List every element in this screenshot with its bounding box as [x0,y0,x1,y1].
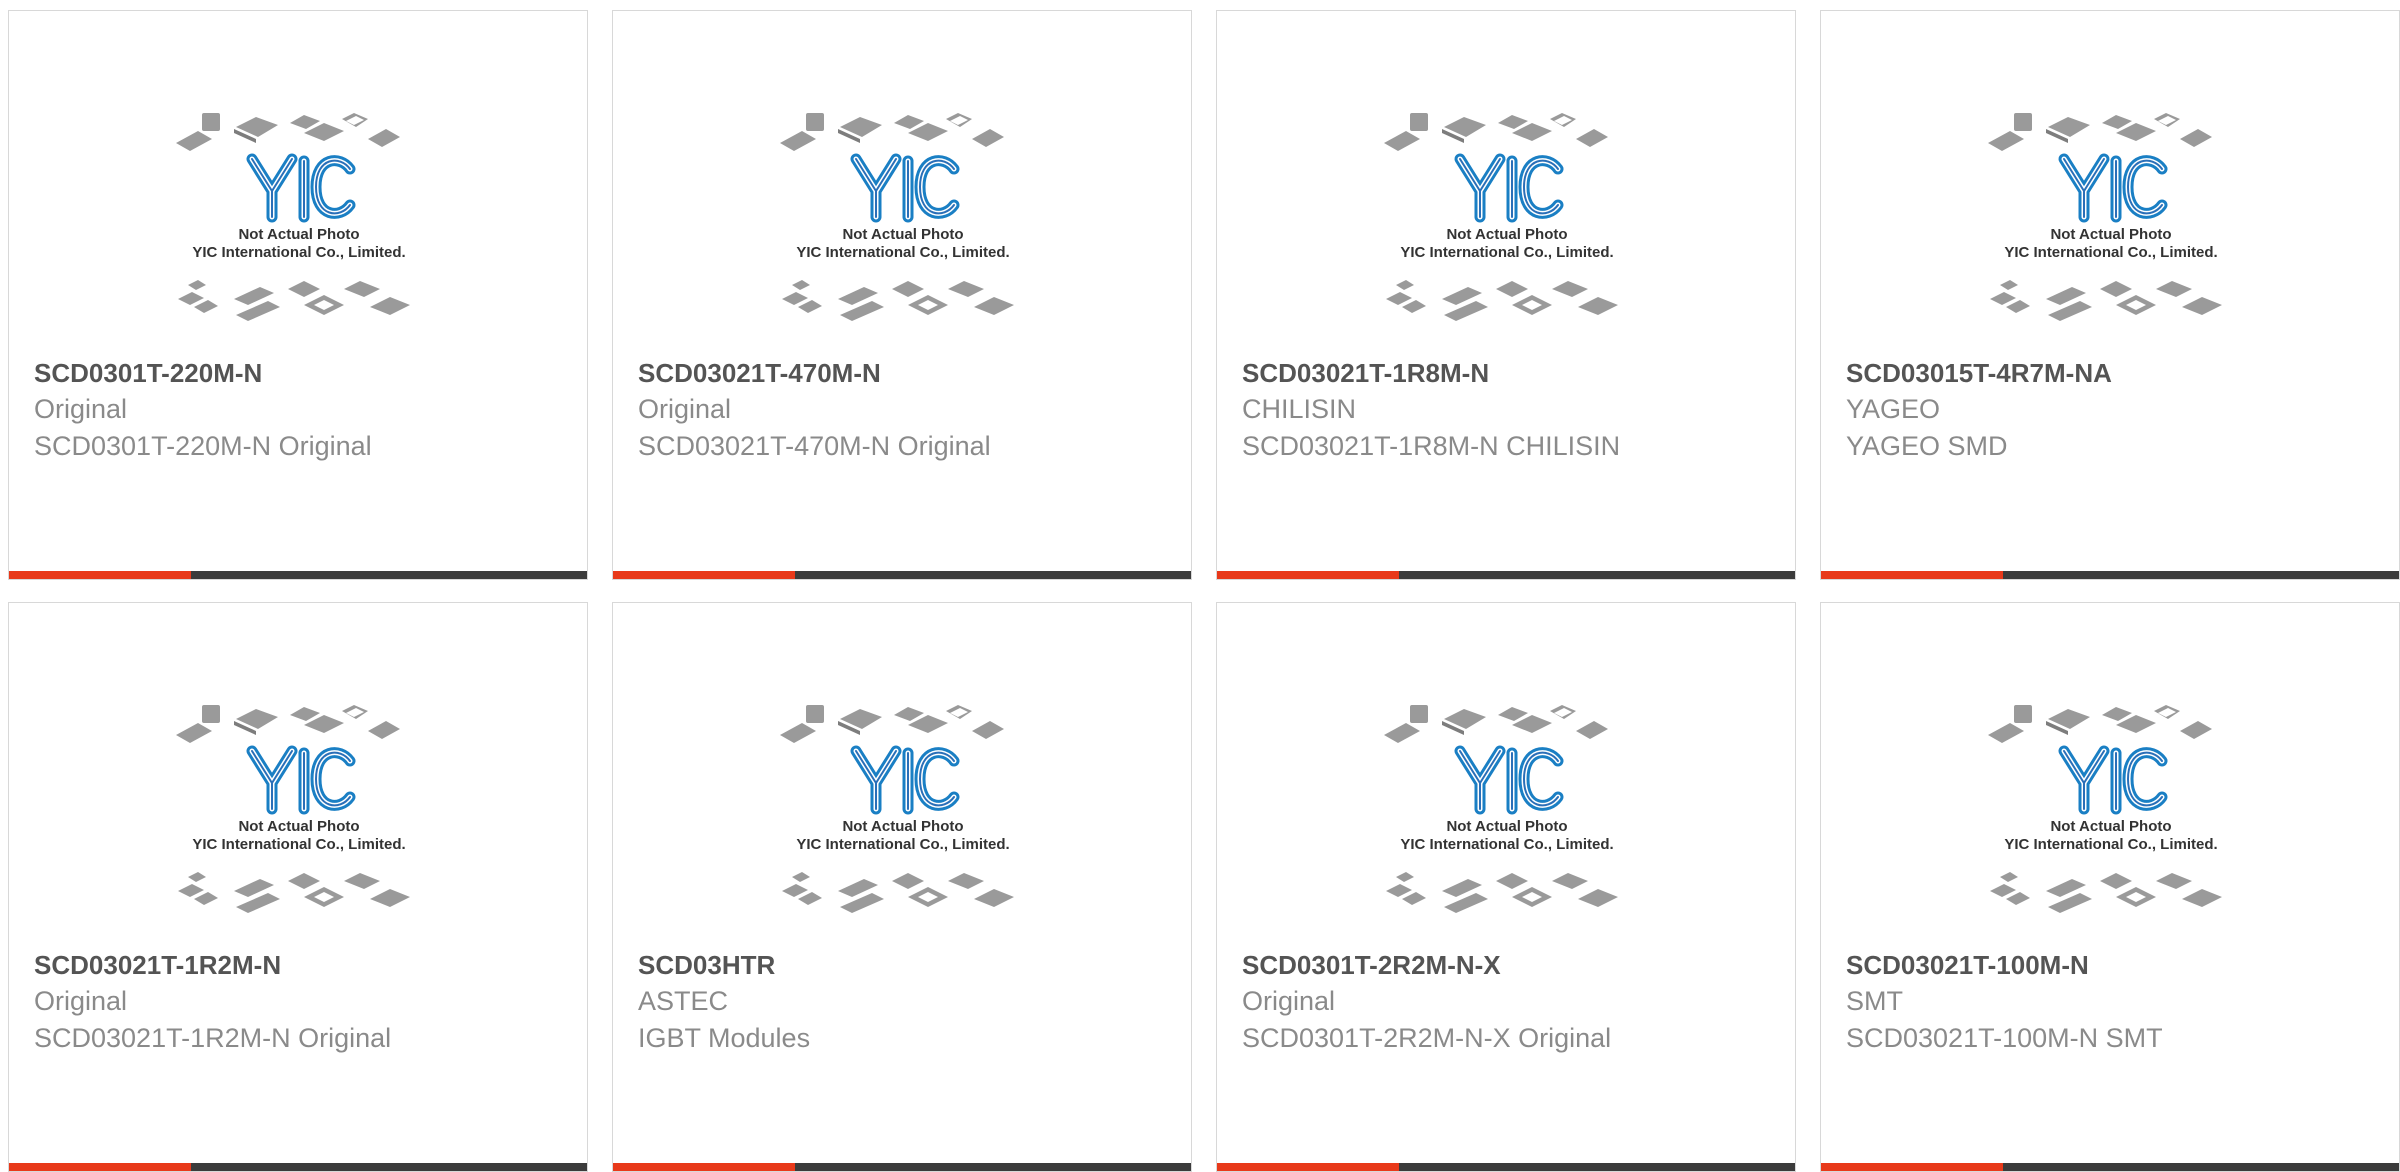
card-footer-bar [9,1163,587,1171]
card-accent-bar [1217,571,1399,579]
part-number[interactable]: SCD0301T-220M-N [34,355,567,391]
card-accent-bar [1217,1163,1399,1171]
product-description: SCD03021T-1R2M-N Original [34,1023,392,1053]
product-info: SCD03021T-470M-N Original SCD03021T-470M… [638,355,1171,465]
product-card-2[interactable]: Not Actual Photo YIC International Co., … [612,10,1192,580]
product-grid: Not Actual Photo YIC International Co., … [8,10,2400,1172]
card-footer-bar [1821,571,2399,579]
product-info: SCD03021T-1R2M-N Original SCD03021T-1R2M… [34,947,567,1057]
card-footer-bar [9,571,587,579]
product-card-7[interactable]: Not Actual Photo YIC International Co., … [1216,602,1796,1172]
card-footer-bar [613,1163,1191,1171]
svg-text:Not Actual Photo: Not Actual Photo [238,226,359,243]
svg-text:Not Actual Photo: Not Actual Photo [842,818,963,835]
svg-text:YIC International Co., Limited: YIC International Co., Limited. [796,836,1009,853]
product-photo-placeholder[interactable]: Not Actual Photo YIC International Co., … [1976,99,2246,349]
chip-placeholder-image: Not Actual Photo YIC International Co., … [1384,705,1618,913]
svg-text:YIC International Co., Limited: YIC International Co., Limited. [192,244,405,261]
product-info: SCD03HTR ASTEC IGBT Modules [638,947,1171,1057]
product-info: SCD03021T-100M-N SMT SCD03021T-100M-N SM… [1846,947,2379,1057]
chip-placeholder-image: Not Actual Photo YIC International Co., … [1988,113,2222,321]
card-accent-bar [9,571,191,579]
product-card-8[interactable]: Not Actual Photo YIC International Co., … [1820,602,2400,1172]
brand-label: YAGEO [1846,394,1941,424]
card-footer-bar [1217,571,1795,579]
product-card-3[interactable]: Not Actual Photo YIC International Co., … [1216,10,1796,580]
product-photo-placeholder[interactable]: Not Actual Photo YIC International Co., … [1976,691,2246,941]
card-footer-bar [1217,1163,1795,1171]
product-info: SCD03021T-1R8M-N CHILISIN SCD03021T-1R8M… [1242,355,1775,465]
svg-text:YIC International Co., Limited: YIC International Co., Limited. [2004,836,2217,853]
product-info: SCD0301T-220M-N Original SCD0301T-220M-N… [34,355,567,465]
card-footer-bar [613,571,1191,579]
product-card-6[interactable]: Not Actual Photo YIC International Co., … [612,602,1192,1172]
chip-placeholder-image: Not Actual Photo YIC International Co., … [780,113,1014,321]
svg-text:Not Actual Photo: Not Actual Photo [1446,226,1567,243]
brand-label: Original [34,986,128,1016]
card-accent-bar [1821,1163,2003,1171]
product-card-4[interactable]: Not Actual Photo YIC International Co., … [1820,10,2400,580]
part-number[interactable]: SCD0301T-2R2M-N-X [1242,947,1775,983]
product-description: SCD0301T-220M-N Original [34,431,372,461]
product-description: SCD03021T-470M-N Original [638,431,991,461]
product-photo-placeholder[interactable]: Not Actual Photo YIC International Co., … [164,691,434,941]
part-number[interactable]: SCD03021T-1R2M-N [34,947,567,983]
brand-label: Original [638,394,732,424]
product-card-5[interactable]: Not Actual Photo YIC International Co., … [8,602,588,1172]
svg-text:Not Actual Photo: Not Actual Photo [1446,818,1567,835]
product-description: YAGEO SMD [1846,431,2008,461]
svg-text:YIC International Co., Limited: YIC International Co., Limited. [192,836,405,853]
card-accent-bar [9,1163,191,1171]
brand-label: Original [34,394,128,424]
chip-placeholder-image: Not Actual Photo YIC International Co., … [176,113,410,321]
product-description: SCD0301T-2R2M-N-X Original [1242,1023,1612,1053]
product-photo-placeholder[interactable]: Not Actual Photo YIC International Co., … [1372,691,1642,941]
product-photo-placeholder[interactable]: Not Actual Photo YIC International Co., … [1372,99,1642,349]
chip-placeholder-image: Not Actual Photo YIC International Co., … [780,705,1014,913]
brand-label: CHILISIN [1242,394,1357,424]
product-photo-placeholder[interactable]: Not Actual Photo YIC International Co., … [768,691,1038,941]
brand-label: Original [1242,986,1336,1016]
product-photo-placeholder[interactable]: Not Actual Photo YIC International Co., … [768,99,1038,349]
product-description: IGBT Modules [638,1023,811,1053]
product-description: SCD03021T-100M-N SMT [1846,1023,2163,1053]
part-number[interactable]: SCD03015T-4R7M-NA [1846,355,2379,391]
product-description: SCD03021T-1R8M-N CHILISIN [1242,431,1621,461]
chip-placeholder-image: Not Actual Photo YIC International Co., … [1988,705,2222,913]
product-card-1[interactable]: Not Actual Photo YIC International Co., … [8,10,588,580]
card-accent-bar [613,571,795,579]
card-footer-bar [1821,1163,2399,1171]
product-info: SCD0301T-2R2M-N-X Original SCD0301T-2R2M… [1242,947,1775,1057]
chip-placeholder-image: Not Actual Photo YIC International Co., … [176,705,410,913]
svg-text:Not Actual Photo: Not Actual Photo [2050,818,2171,835]
svg-text:YIC International Co., Limited: YIC International Co., Limited. [2004,244,2217,261]
svg-text:Not Actual Photo: Not Actual Photo [842,226,963,243]
chip-placeholder-image: Not Actual Photo YIC International Co., … [1384,113,1618,321]
svg-text:YIC International Co., Limited: YIC International Co., Limited. [1400,244,1613,261]
part-number[interactable]: SCD03021T-470M-N [638,355,1171,391]
product-info: SCD03015T-4R7M-NA YAGEO YAGEO SMD [1846,355,2379,465]
part-number[interactable]: SCD03021T-100M-N [1846,947,2379,983]
svg-text:Not Actual Photo: Not Actual Photo [238,818,359,835]
svg-text:YIC International Co., Limited: YIC International Co., Limited. [796,244,1009,261]
svg-text:Not Actual Photo: Not Actual Photo [2050,226,2171,243]
brand-label: ASTEC [638,986,729,1016]
part-number[interactable]: SCD03021T-1R8M-N [1242,355,1775,391]
card-accent-bar [1821,571,2003,579]
card-accent-bar [613,1163,795,1171]
product-photo-placeholder[interactable]: Not Actual Photo YIC International Co., … [164,99,434,349]
part-number[interactable]: SCD03HTR [638,947,1171,983]
svg-text:YIC International Co., Limited: YIC International Co., Limited. [1400,836,1613,853]
brand-label: SMT [1846,986,1903,1016]
